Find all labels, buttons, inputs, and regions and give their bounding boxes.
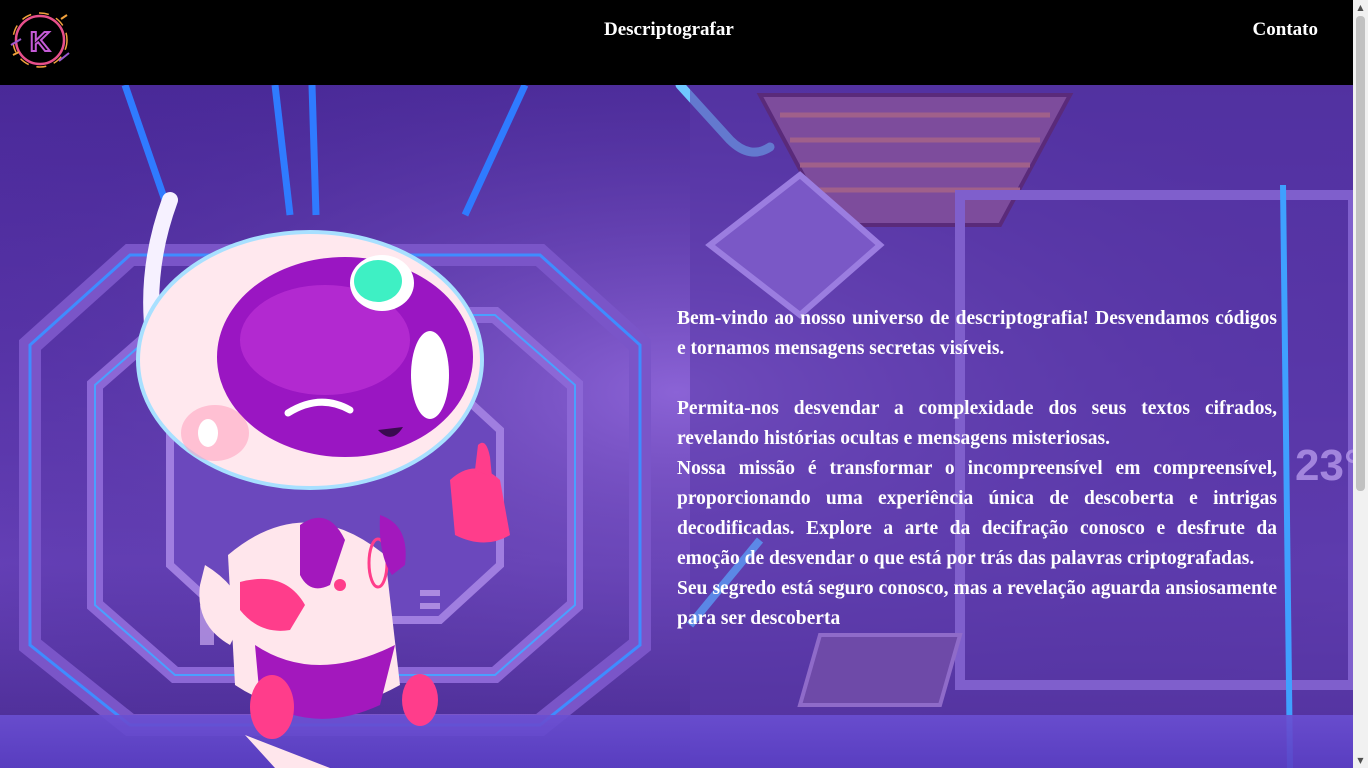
hero-description: Bem-vindo ao nosso universo de descripto… [677, 304, 1277, 634]
k-logo-icon[interactable]: K [9, 9, 71, 71]
hero-paragraph-mission: Nossa missão é transformar o incompreens… [677, 458, 1277, 569]
hero-paragraph-secret: Seu segredo está seguro conosco, mas a r… [677, 578, 1277, 629]
svg-text:K: K [30, 26, 50, 57]
hero-paragraph-welcome: Bem-vindo ao nosso universo de descripto… [677, 308, 1277, 359]
nav-contact-link[interactable]: Contato [1253, 19, 1318, 41]
hero-paragraph-reveal: Permita-nos desvendar a complexidade dos… [677, 398, 1277, 449]
hero-section: 23° Bem-vindo ao nosso universo de descr… [0, 85, 1353, 768]
page-scrollbar[interactable]: ▲ ▼ [1353, 0, 1368, 768]
svg-text:23°: 23° [1295, 441, 1353, 490]
site-header: K Descriptografar Contato [0, 0, 1353, 85]
scrollbar-thumb[interactable] [1356, 16, 1365, 491]
chevron-down-icon[interactable]: ▼ [1353, 753, 1368, 768]
nav-decrypt-link[interactable]: Descriptografar [604, 19, 734, 41]
chevron-up-icon[interactable]: ▲ [1353, 0, 1368, 15]
